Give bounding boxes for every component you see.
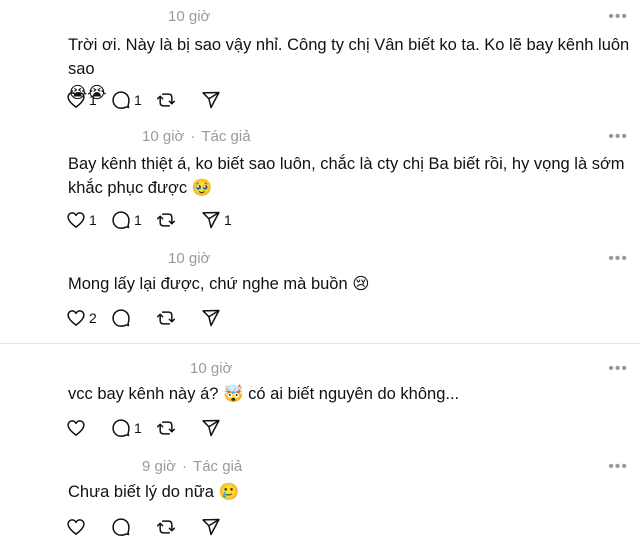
reply-time: 10 giờ xyxy=(168,8,211,25)
reply-meta: 10 giờ xyxy=(168,8,210,25)
heart-icon xyxy=(67,420,85,436)
share-count: 1 xyxy=(224,212,232,228)
heart-icon xyxy=(67,310,85,326)
like-count: 2 xyxy=(89,310,97,326)
comment-bubble-icon xyxy=(112,91,130,109)
comment-count: 1 xyxy=(134,212,142,228)
reply-actions: 1 1 xyxy=(66,89,246,111)
share-send-icon xyxy=(202,309,220,327)
share-button[interactable] xyxy=(201,308,232,328)
like-button[interactable]: 1 xyxy=(66,210,97,230)
reply-item: 9 giờ · Tác giả ••• Chưa biết lý do nữa 🥲 xyxy=(0,450,640,547)
heart-icon xyxy=(67,212,85,228)
repost-icon xyxy=(156,311,176,325)
comment-bubble-icon xyxy=(112,211,130,229)
reply-actions xyxy=(66,516,246,538)
more-options-icon[interactable]: ••• xyxy=(608,361,628,377)
like-button[interactable]: 1 xyxy=(66,90,97,110)
reply-text: Mong lấy lại được, chứ nghe mà buồn 😢 xyxy=(68,275,370,293)
reply-meta: 9 giờ · Tác giả xyxy=(142,458,242,475)
meta-separator: · xyxy=(182,458,188,475)
reply-actions: 1 1 1 xyxy=(66,209,246,231)
share-send-icon xyxy=(202,91,220,109)
comment-button[interactable]: 1 xyxy=(111,210,142,230)
author-badge: Tác giả xyxy=(201,128,251,145)
more-options-icon[interactable]: ••• xyxy=(608,459,628,475)
repost-icon xyxy=(156,93,176,107)
repost-button[interactable] xyxy=(156,517,187,537)
share-send-icon xyxy=(202,419,220,437)
repost-button[interactable] xyxy=(156,210,187,230)
reply-time: 10 giờ xyxy=(142,128,185,145)
more-options-icon[interactable]: ••• xyxy=(608,129,628,145)
share-button[interactable]: 1 xyxy=(201,210,232,230)
repost-button[interactable] xyxy=(156,418,187,438)
thread-divider xyxy=(0,343,640,344)
heart-icon xyxy=(67,519,85,535)
share-button[interactable] xyxy=(201,90,232,110)
comment-button[interactable]: 1 xyxy=(111,90,142,110)
reply-time: 10 giờ xyxy=(168,250,211,267)
comment-bubble-icon xyxy=(112,309,130,327)
heart-icon xyxy=(67,92,85,108)
meta-separator: · xyxy=(190,128,196,145)
share-send-icon xyxy=(202,211,220,229)
like-count: 1 xyxy=(89,212,97,228)
repost-button[interactable] xyxy=(156,90,187,110)
reply-meta: 10 giờ xyxy=(168,250,210,267)
like-button[interactable]: 2 xyxy=(66,308,97,328)
repost-button[interactable] xyxy=(156,308,187,328)
reply-time: 9 giờ xyxy=(142,458,177,475)
comment-button[interactable] xyxy=(111,308,142,328)
reply-meta: 10 giờ · Tác giả xyxy=(142,128,251,145)
reply-actions: 1 xyxy=(66,417,246,439)
comment-count: 1 xyxy=(134,420,142,436)
reply-actions: 2 xyxy=(66,307,246,329)
share-send-icon xyxy=(202,518,220,536)
reply-item: 10 giờ ••• Trời ơi. Này là bị sao vậy nh… xyxy=(0,0,640,120)
comment-count: 1 xyxy=(134,92,142,108)
repost-icon xyxy=(156,520,176,534)
like-button[interactable] xyxy=(66,517,97,537)
reply-item: 10 giờ ••• vcc bay kênh này á? 🤯 có ai b… xyxy=(0,352,640,452)
reply-item: 10 giờ ••• Mong lấy lại được, chứ nghe m… xyxy=(0,242,640,342)
share-button[interactable] xyxy=(201,517,232,537)
share-button[interactable] xyxy=(201,418,232,438)
like-count: 1 xyxy=(89,92,97,108)
more-options-icon[interactable]: ••• xyxy=(608,9,628,25)
like-button[interactable] xyxy=(66,418,97,438)
reply-time: 10 giờ xyxy=(190,360,233,377)
reply-text: Bay kênh thiệt á, ko biết sao luôn, chắc… xyxy=(68,155,625,197)
reply-text: Chưa biết lý do nữa 🥲 xyxy=(68,483,240,501)
repost-icon xyxy=(156,213,176,227)
more-options-icon[interactable]: ••• xyxy=(608,251,628,267)
comment-bubble-icon xyxy=(112,518,130,536)
repost-icon xyxy=(156,421,176,435)
reply-meta: 10 giờ xyxy=(190,360,232,377)
comment-button[interactable] xyxy=(111,517,142,537)
comment-button[interactable]: 1 xyxy=(111,418,142,438)
author-badge: Tác giả xyxy=(193,458,243,475)
reply-item: 10 giờ · Tác giả ••• Bay kênh thiệt á, ko … xyxy=(0,120,640,230)
comment-bubble-icon xyxy=(112,419,130,437)
reply-text: vcc bay kênh này á? 🤯 có ai biết nguyên … xyxy=(68,385,460,403)
